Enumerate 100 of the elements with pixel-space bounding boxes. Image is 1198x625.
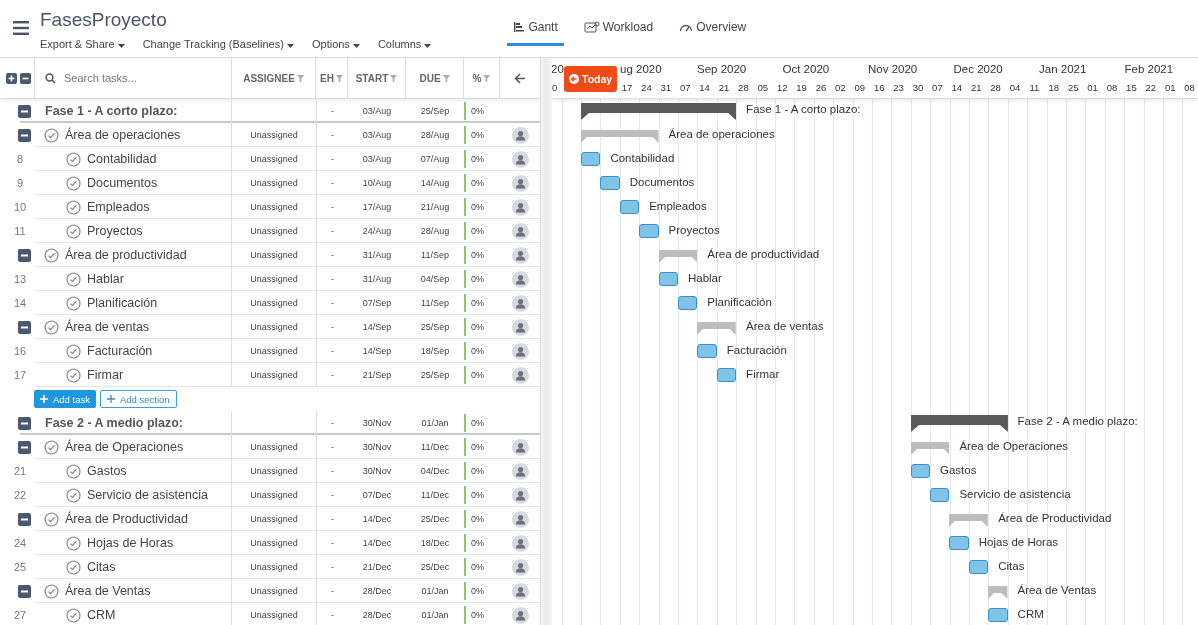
collapse-icon[interactable] — [18, 416, 31, 430]
avatar-icon[interactable] — [511, 174, 529, 192]
effort-hours-cell[interactable]: - — [331, 250, 334, 260]
avatar-icon[interactable] — [511, 462, 529, 480]
task-name[interactable]: Área de operaciones — [65, 128, 181, 142]
progress-cell[interactable]: 0% — [464, 126, 484, 144]
check-circle-icon[interactable] — [44, 247, 59, 263]
due-date-cell[interactable]: 07/Aug — [420, 154, 450, 164]
effort-hours-cell[interactable]: - — [331, 106, 334, 116]
assignee-cell[interactable]: Unassigned — [250, 466, 298, 476]
collapse-icon[interactable] — [18, 584, 31, 598]
phase-bar[interactable] — [910, 415, 1008, 432]
group-bar[interactable] — [658, 250, 698, 263]
effort-hours-cell[interactable]: - — [331, 346, 334, 356]
start-date-cell[interactable]: 03/Aug — [362, 106, 392, 116]
column-header[interactable]: START — [355, 72, 389, 84]
due-date-cell[interactable]: 04/Sep — [420, 274, 450, 284]
assignee-cell[interactable]: Unassigned — [250, 562, 298, 572]
task-bar[interactable] — [581, 152, 601, 166]
check-circle-icon[interactable] — [44, 319, 59, 335]
effort-hours-cell[interactable]: - — [331, 586, 334, 596]
menu-dropdown[interactable]: Export & Share — [40, 38, 125, 50]
task-bar[interactable] — [600, 176, 620, 190]
avatar-icon[interactable] — [511, 558, 529, 576]
avatar-icon[interactable] — [511, 246, 529, 264]
start-date-cell[interactable]: 14/Dec — [362, 538, 392, 548]
avatar-icon[interactable] — [511, 222, 529, 240]
due-date-cell[interactable]: 11/Sep — [421, 298, 449, 308]
assignee-cell[interactable]: Unassigned — [250, 154, 298, 164]
due-date-cell[interactable]: 21/Aug — [420, 202, 450, 212]
check-circle-icon[interactable] — [66, 463, 81, 479]
group-bar[interactable] — [988, 586, 1008, 599]
effort-hours-cell[interactable]: - — [331, 562, 334, 572]
task-name[interactable]: Hojas de Horas — [87, 536, 174, 550]
task-name[interactable]: Área de Ventas — [65, 584, 151, 598]
progress-cell[interactable]: 0% — [464, 270, 484, 288]
start-date-cell[interactable]: 24/Aug — [362, 226, 392, 236]
avatar-icon[interactable] — [511, 486, 529, 504]
task-bar[interactable] — [949, 536, 969, 550]
start-date-cell[interactable]: 03/Aug — [362, 154, 392, 164]
start-date-cell[interactable]: 30/Nov — [362, 466, 392, 476]
effort-hours-cell[interactable]: - — [331, 418, 334, 428]
progress-cell[interactable]: 0% — [464, 222, 484, 240]
check-circle-icon[interactable] — [66, 607, 81, 623]
progress-cell[interactable]: 0% — [464, 414, 484, 432]
assignee-cell[interactable]: Unassigned — [250, 442, 298, 452]
collapse-icon[interactable] — [18, 248, 31, 262]
group-bar[interactable] — [949, 514, 989, 527]
filter-icon[interactable] — [390, 74, 398, 82]
task-name[interactable]: Área de ventas — [65, 320, 150, 334]
progress-cell[interactable]: 0% — [464, 462, 484, 480]
assignee-cell[interactable]: Unassigned — [250, 610, 298, 620]
due-date-cell[interactable]: 18/Sep — [420, 346, 450, 356]
effort-hours-cell[interactable]: - — [331, 514, 334, 524]
due-date-cell[interactable]: 18/Dec — [420, 538, 450, 548]
avatar-icon[interactable] — [511, 366, 529, 384]
task-name[interactable]: CRM — [87, 608, 116, 622]
due-date-cell[interactable]: 25/Dec — [420, 514, 450, 524]
check-circle-icon[interactable] — [66, 175, 81, 191]
task-bar[interactable] — [677, 296, 698, 310]
check-circle-icon[interactable] — [66, 271, 81, 287]
due-date-cell[interactable]: 25/Dec — [420, 562, 450, 572]
menu-dropdown[interactable]: Change Tracking (Baselines) — [142, 38, 294, 50]
task-bar[interactable] — [910, 464, 930, 478]
check-circle-icon[interactable] — [66, 199, 81, 215]
avatar-icon[interactable] — [511, 606, 529, 624]
task-name[interactable]: Empleados — [87, 200, 150, 214]
assignee-cell[interactable]: Unassigned — [250, 250, 298, 260]
start-date-cell[interactable]: 31/Aug — [362, 250, 392, 260]
due-date-cell[interactable]: 14/Aug — [420, 178, 450, 188]
task-name[interactable]: Área de Productividad — [65, 512, 188, 526]
task-name[interactable]: Servicio de asistencia — [87, 488, 208, 502]
group-bar[interactable] — [581, 130, 659, 143]
filter-icon[interactable] — [296, 74, 304, 82]
assignee-cell[interactable]: Unassigned — [250, 490, 298, 500]
avatar-icon[interactable] — [511, 438, 529, 456]
progress-cell[interactable]: 0% — [464, 366, 484, 384]
progress-cell[interactable]: 0% — [464, 198, 484, 216]
effort-hours-cell[interactable]: - — [331, 226, 334, 236]
due-date-cell[interactable]: 11/Dec — [421, 442, 449, 452]
avatar-icon[interactable] — [511, 534, 529, 552]
add-section-button[interactable]: Add section — [99, 390, 177, 408]
check-circle-icon[interactable] — [66, 295, 81, 311]
column-header[interactable]: DUE — [419, 72, 441, 84]
assignee-cell[interactable]: Unassigned — [250, 298, 298, 308]
collapse-icon[interactable] — [18, 128, 31, 142]
task-name[interactable]: Planificación — [87, 296, 158, 310]
task-name[interactable]: Fase 2 - A medio plazo: — [45, 416, 183, 430]
progress-cell[interactable]: 0% — [464, 582, 484, 600]
filter-icon[interactable] — [483, 74, 491, 82]
assignee-cell[interactable]: Unassigned — [250, 586, 298, 596]
view-tab[interactable]: Workload — [577, 18, 660, 46]
avatar-icon[interactable] — [511, 126, 529, 144]
task-name[interactable]: Gastos — [87, 464, 127, 478]
effort-hours-cell[interactable]: - — [331, 442, 334, 452]
collapse-icon[interactable] — [18, 320, 31, 334]
column-header[interactable]: ASSIGNEE — [243, 72, 295, 84]
check-circle-icon[interactable] — [66, 487, 81, 503]
check-circle-icon[interactable] — [66, 151, 81, 167]
check-circle-icon[interactable] — [44, 127, 59, 143]
